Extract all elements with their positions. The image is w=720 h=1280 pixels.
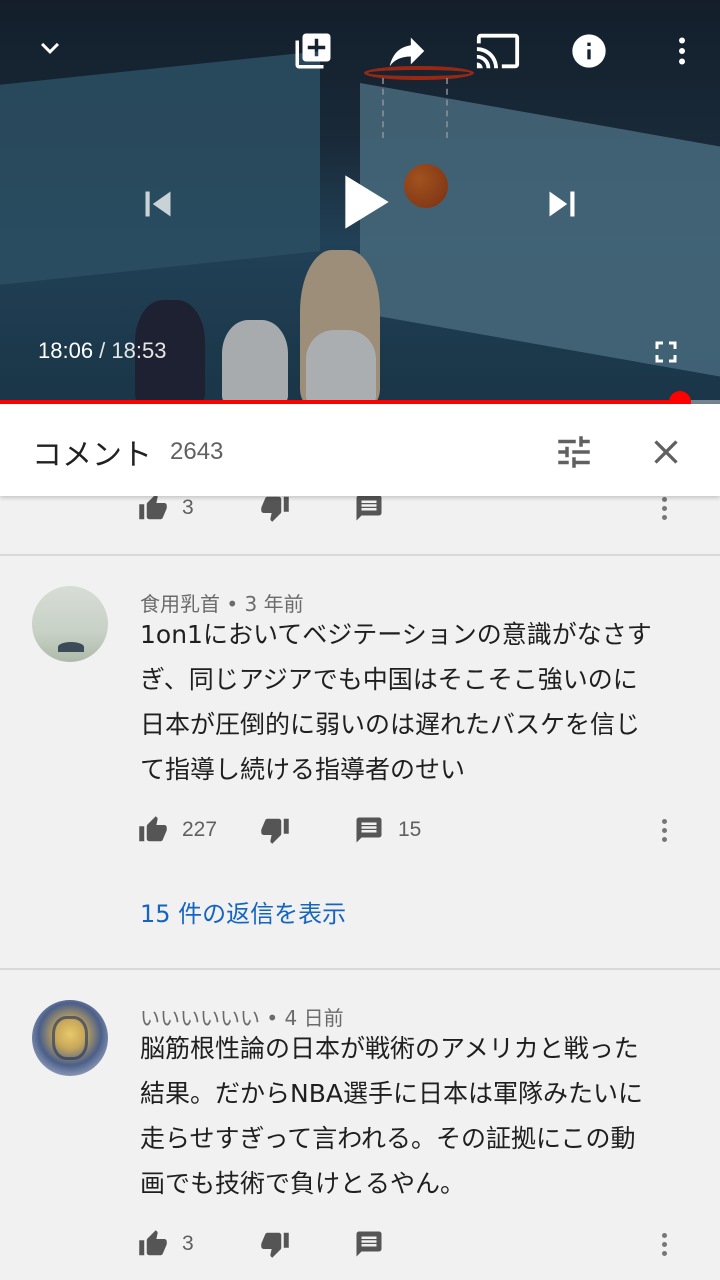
menu-dot [661, 514, 667, 520]
more-vert-icon [679, 37, 685, 65]
time-separator: / [93, 338, 112, 363]
player-top-bar [0, 0, 720, 100]
app: 18:06 / 18:53 コメント 2643 3 食用乳首 • 3 年前 1o… [0, 0, 720, 1280]
cast-button[interactable] [472, 26, 524, 76]
previous-button[interactable] [130, 176, 186, 232]
comment-line: 1on1においてベジテーションの意識がなさす [140, 620, 652, 649]
comments-title: コメント [32, 438, 152, 473]
comment-line: 日本が圧倒的に弱いのは遅れたバスケを信じ [140, 710, 641, 739]
menu-dot [661, 505, 667, 511]
current-time: 18:06 [38, 338, 94, 363]
like-count: 3 [182, 1232, 194, 1255]
duration: 18:53 [111, 338, 167, 363]
cast-icon [476, 33, 520, 69]
info-button[interactable] [566, 28, 612, 74]
next-button[interactable] [534, 176, 590, 232]
menu-dot [661, 1241, 667, 1247]
comment-actions: 227 15 [138, 810, 698, 850]
like-button[interactable]: 3 [138, 1224, 194, 1264]
chevron-down-icon [41, 42, 59, 54]
like-button[interactable]: 227 [138, 810, 217, 850]
reply-button[interactable]: 15 [354, 810, 421, 850]
like-count: 3 [182, 496, 194, 519]
reply-icon [356, 817, 382, 843]
dislike-button[interactable] [260, 810, 290, 850]
list-item: 3 [0, 496, 720, 556]
comment-menu-button[interactable] [654, 810, 674, 850]
thumb-down-icon [261, 1232, 289, 1258]
fullscreen-icon [655, 341, 677, 363]
list-item: 食用乳首 • 3 年前 1on1においてベジテーションの意識がなさす ぎ、同じア… [0, 556, 720, 968]
reply-button[interactable] [354, 1224, 384, 1264]
info-icon [572, 34, 606, 68]
list-item: いいいいいい • 4 日前 脳筋根性論の日本が戦術のアメリカと戦った 結果。だか… [0, 970, 720, 1280]
fullscreen-button[interactable] [644, 330, 688, 374]
more-vert-icon [661, 818, 667, 824]
comments-count: 2643 [170, 438, 224, 465]
comment-text: 1on1においてベジテーションの意識がなさす ぎ、同じアジアでも中国はそこそこ強… [140, 612, 700, 792]
comment-line: 結果。だからNBA選手に日本は軍隊みたいに [140, 1079, 643, 1108]
filter-icon [558, 436, 590, 468]
thumb-down-icon [261, 818, 289, 844]
like-count: 227 [182, 818, 218, 841]
thumb-up-icon [139, 816, 167, 842]
comment-menu-button[interactable] [654, 1224, 674, 1264]
play-button[interactable] [322, 162, 402, 242]
thumb-up-icon [139, 1230, 167, 1256]
reply-count: 15 [398, 818, 422, 841]
comment-list[interactable]: 3 食用乳首 • 3 年前 1on1においてベジテーションの意識がなさす ぎ、同… [0, 496, 720, 1280]
dislike-button[interactable] [260, 496, 290, 528]
thumb-up-icon [139, 496, 167, 520]
comment-actions: 3 [138, 496, 698, 528]
view-replies-link[interactable]: 15 件の返信を表示 [140, 894, 346, 929]
comment-line: 脳筋根性論の日本が戦術のアメリカと戦った [140, 1034, 639, 1063]
comment-line: 画でも技術で負けとるやん。 [140, 1169, 466, 1198]
reply-button[interactable] [354, 496, 384, 528]
menu-dot [661, 1250, 667, 1256]
share-icon [389, 37, 425, 67]
avatar-image [52, 1016, 88, 1060]
playback-time: 18:06 / 18:53 [38, 338, 166, 364]
menu-dot [661, 827, 667, 833]
comments-header: コメント 2643 [0, 404, 720, 496]
close-icon [654, 440, 678, 464]
reply-icon [356, 496, 382, 521]
comment-line: 走らせすぎって言われる。その証拠にこの動 [140, 1124, 636, 1153]
play-icon [345, 175, 389, 229]
dislike-button[interactable] [260, 1224, 290, 1264]
add-to-playlist-button[interactable] [288, 26, 338, 76]
close-comments-button[interactable] [640, 426, 692, 478]
thumb-down-icon [261, 496, 289, 522]
share-button[interactable] [380, 26, 434, 76]
menu-dot [661, 836, 667, 842]
comment-actions: 3 [138, 1224, 698, 1264]
minimize-button[interactable] [26, 24, 74, 72]
more-vert-icon [661, 496, 667, 502]
comment-menu-button[interactable] [654, 496, 674, 528]
comment-line: て指導し続ける指導者のせい [140, 755, 466, 784]
previous-icon [145, 191, 171, 217]
next-icon [549, 191, 575, 217]
reply-icon [356, 1231, 382, 1257]
player-more-button[interactable] [664, 26, 700, 76]
comment-line: ぎ、同じアジアでも中国はそこそこ強いのに [140, 665, 638, 694]
add-to-playlist-icon [295, 33, 331, 69]
sort-filter-button[interactable] [548, 426, 600, 478]
video-player[interactable]: 18:06 / 18:53 [0, 0, 720, 404]
avatar-image [58, 642, 84, 652]
more-vert-icon [661, 1232, 667, 1238]
avatar[interactable] [32, 1000, 108, 1076]
comment-text: 脳筋根性論の日本が戦術のアメリカと戦った 結果。だからNBA選手に日本は軍隊みた… [140, 1026, 700, 1206]
like-button[interactable]: 3 [138, 496, 194, 528]
avatar[interactable] [32, 586, 108, 662]
